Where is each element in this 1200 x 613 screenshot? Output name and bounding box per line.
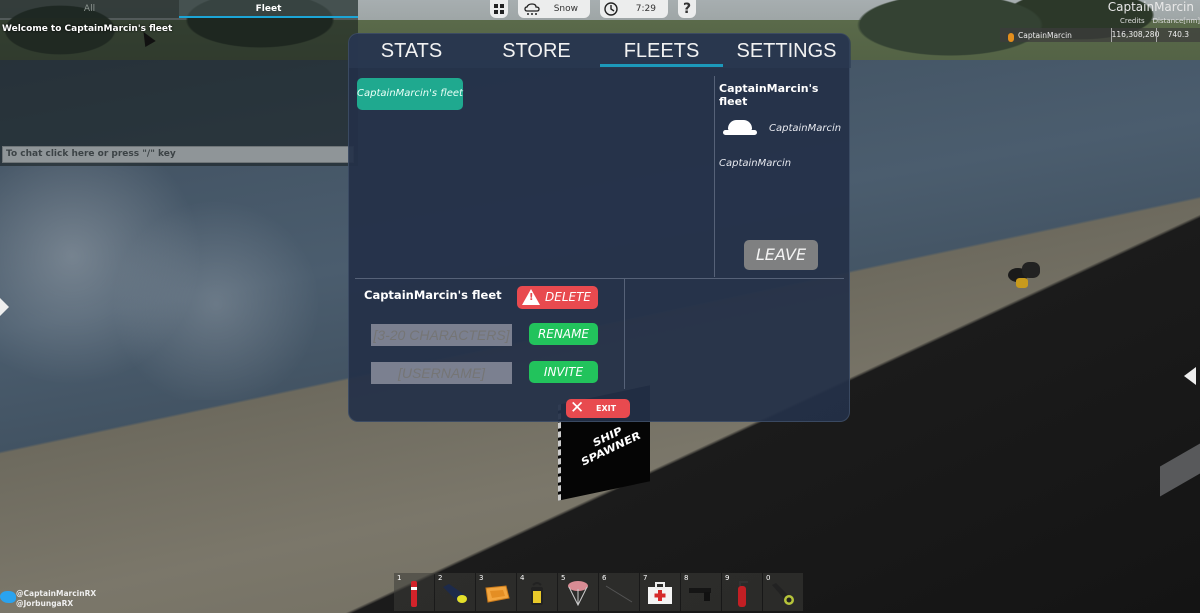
- fleet-captain: CaptainMarcin: [719, 120, 844, 136]
- rename-input[interactable]: [371, 324, 512, 346]
- weather-indicator[interactable]: Snow: [518, 0, 590, 18]
- manage-fleet-title: CaptainMarcin's fleet: [364, 288, 502, 302]
- social-handles: @CaptainMarcinRX @JorbungaRX: [0, 589, 97, 609]
- fleet-menu-panel: STATS STORE FLEETS SETTINGS CaptainMarci…: [348, 33, 851, 422]
- spyglass-icon: [772, 582, 794, 605]
- top-bar: Snow 7:29 ?: [490, 0, 696, 19]
- weather-label: Snow: [553, 4, 578, 14]
- delete-button[interactable]: DELETE: [517, 286, 598, 309]
- twitter-icon: [0, 591, 16, 603]
- tab-store[interactable]: STORE: [474, 34, 599, 68]
- lantern-icon: [531, 581, 543, 605]
- menu-button[interactable]: [490, 0, 508, 18]
- fleet-list: CaptainMarcin's fleet: [357, 78, 707, 278]
- hotbar: 1 2 3 4 5 6 7 8 9 0: [394, 573, 803, 611]
- social-handle: @CaptainMarcinRX: [16, 589, 97, 598]
- fleet-member: CaptainMarcin: [719, 158, 792, 169]
- flare-icon: [411, 580, 417, 607]
- slot-key: 5: [561, 574, 566, 582]
- time-label: 7:29: [635, 4, 656, 14]
- divider: [714, 76, 715, 277]
- hotbar-slot[interactable]: 9: [722, 573, 762, 611]
- social-handle: @JorbungaRX: [16, 599, 74, 608]
- flashlight-icon: [443, 583, 467, 603]
- slot-key: 7: [643, 574, 648, 582]
- fire-extinguisher-icon: [738, 580, 748, 607]
- column-distance: Distance[nm]: [1152, 17, 1200, 25]
- clock-icon: [604, 2, 618, 16]
- buoy: [1008, 262, 1042, 288]
- leaderboard-row[interactable]: CaptainMarcin 116,308,280 740.3: [1000, 28, 1200, 42]
- hotbar-slot[interactable]: 0: [763, 573, 803, 611]
- slot-key: 9: [725, 574, 730, 582]
- close-icon: ✕: [570, 398, 585, 418]
- slot-key: 2: [438, 574, 443, 582]
- delete-label: DELETE: [545, 290, 592, 304]
- leaderboard-title: CaptainMarcin: [1107, 0, 1194, 14]
- slot-key: 1: [397, 574, 402, 582]
- right-arrow-icon[interactable]: [1184, 367, 1196, 385]
- player-credits: 116,308,280: [1110, 28, 1159, 42]
- tab-stats[interactable]: STATS: [349, 34, 474, 68]
- exit-button[interactable]: ✕ EXIT: [566, 399, 630, 418]
- chat-input[interactable]: To chat click here or press "/" key: [2, 146, 354, 163]
- chat-tab-all[interactable]: All: [0, 0, 179, 18]
- slot-key: 3: [479, 574, 484, 582]
- player-distance: 740.3: [1155, 28, 1200, 42]
- hotbar-slot[interactable]: 7: [640, 573, 680, 611]
- warning-icon: [522, 289, 540, 305]
- leaderboard: CaptainMarcin Credits Distance[nm] Capta…: [1000, 0, 1200, 43]
- grid-icon: [494, 4, 504, 14]
- fleet-list-item[interactable]: CaptainMarcin's fleet: [357, 78, 463, 110]
- column-credits: Credits: [1119, 17, 1145, 25]
- hotbar-slot[interactable]: 3: [476, 573, 516, 611]
- leave-button[interactable]: LEAVE: [744, 240, 818, 270]
- chat-tabs: All Fleet: [0, 0, 358, 18]
- player-name: CaptainMarcin: [1018, 30, 1072, 40]
- hotbar-slot[interactable]: 4: [517, 573, 557, 611]
- slot-key: 4: [520, 574, 525, 582]
- fleet-info-title: CaptainMarcin's fleet: [719, 82, 819, 108]
- tab-settings[interactable]: SETTINGS: [724, 34, 849, 68]
- divider: [624, 279, 625, 389]
- hotbar-slot[interactable]: 6: [599, 573, 639, 611]
- left-arrow-icon[interactable]: [0, 298, 9, 316]
- rename-button[interactable]: RENAME: [529, 323, 598, 345]
- fishing-rod-icon: [605, 585, 633, 603]
- parachute-icon: [568, 580, 588, 607]
- exit-label: EXIT: [596, 404, 617, 413]
- ship-spawner-label: SHIP SPAWNER: [580, 424, 642, 469]
- hotbar-slot[interactable]: 1: [394, 573, 434, 611]
- life-raft-icon: [485, 585, 510, 603]
- snow-cloud-icon: [524, 2, 540, 15]
- leaderboard-headers: Credits Distance[nm]: [1112, 17, 1200, 25]
- hotbar-slot[interactable]: 5: [558, 573, 598, 611]
- tab-fleets[interactable]: FLEETS: [599, 34, 724, 68]
- fleet-info: CaptainMarcin's fleet CaptainMarcin Capt…: [719, 82, 844, 169]
- hotbar-slot[interactable]: 8: [681, 573, 721, 611]
- chat-tab-fleet[interactable]: Fleet: [179, 0, 358, 18]
- player-badge-icon: [1008, 32, 1014, 42]
- invite-button[interactable]: INVITE: [529, 361, 598, 383]
- captain-hat-icon: [723, 120, 757, 136]
- invite-username-input[interactable]: [371, 362, 512, 384]
- chat-window: All Fleet Welcome to CaptainMarcin's fle…: [0, 0, 358, 166]
- pistol-icon: [689, 587, 711, 601]
- captain-name: CaptainMarcin: [769, 122, 842, 134]
- slot-key: 8: [684, 574, 689, 582]
- time-indicator[interactable]: 7:29: [600, 0, 668, 18]
- first-aid-kit-icon: [648, 581, 672, 604]
- slot-key: 6: [602, 574, 607, 582]
- menu-tabs: STATS STORE FLEETS SETTINGS: [349, 34, 851, 68]
- hotbar-slot[interactable]: 2: [435, 573, 475, 611]
- help-button[interactable]: ?: [678, 0, 696, 18]
- divider: [355, 278, 844, 279]
